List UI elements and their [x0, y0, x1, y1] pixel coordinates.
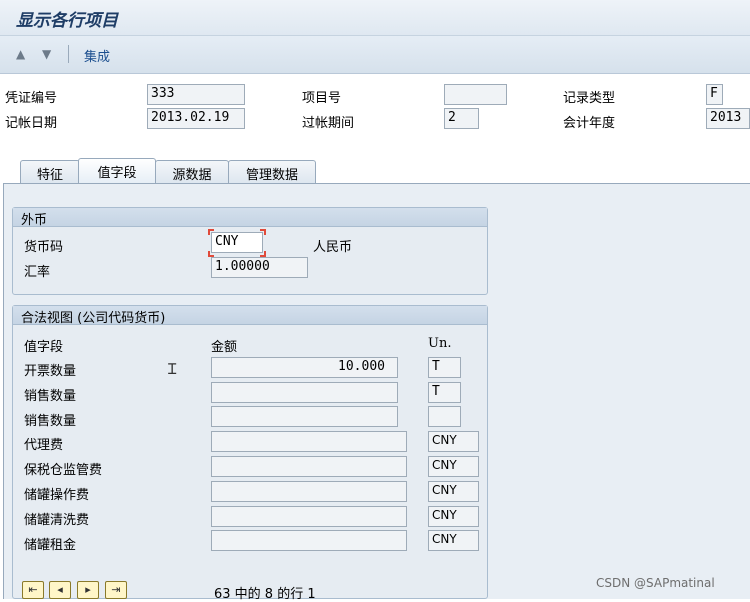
selection-corner [208, 229, 214, 235]
amount-field[interactable] [211, 481, 407, 502]
unit-field[interactable]: T [428, 357, 461, 378]
value-field-label: 销售数量 [24, 389, 77, 404]
posting-period-field[interactable]: 2 [444, 108, 479, 129]
amount-field[interactable] [211, 382, 398, 403]
currency-label: 货币码 [24, 240, 64, 255]
tab-value-fields[interactable]: 值字段 [78, 158, 156, 184]
group-title: 外币 [13, 208, 487, 228]
value-field-label: 储罐清洗费 [24, 513, 90, 528]
unit-field[interactable]: CNY [428, 530, 479, 551]
voucher-number-label: 凭证编号 [5, 91, 58, 106]
unit-field[interactable]: CNY [428, 506, 479, 527]
fiscal-year-field[interactable]: 2013 [706, 108, 750, 129]
column-header-value-field: 值字段 [24, 340, 64, 355]
posting-date-label: 记帐日期 [5, 116, 58, 131]
window-title: 显示各行项目 [16, 11, 118, 31]
amount-field[interactable] [211, 506, 407, 527]
watermark: CSDN @SAPmatinal [596, 576, 715, 590]
group-title: 合法视图 (公司代码货币) [13, 306, 487, 326]
currency-name: 人民币 [313, 240, 353, 255]
page-info: 63 中的 8 的行 1 [214, 587, 316, 602]
tab-admin-data[interactable]: 管理数据 [228, 160, 316, 184]
item-number-field[interactable] [444, 84, 507, 105]
value-field-label: 销售数量 [24, 414, 77, 429]
value-field-label: 开票数量 [24, 364, 77, 379]
application-toolbar: ▲ ▼ 集成 [0, 36, 750, 74]
fiscal-year-label: 会计年度 [563, 116, 616, 131]
unit-field[interactable]: T [428, 382, 461, 403]
first-page-icon[interactable]: ⇤ [22, 581, 44, 599]
amount-field[interactable] [211, 406, 398, 427]
integration-button[interactable]: 集成 [84, 46, 110, 65]
value-field-label: 代理费 [24, 438, 64, 453]
arrow-up-icon[interactable]: ▲ [16, 47, 25, 61]
record-type-label: 记录类型 [563, 91, 616, 106]
value-field-label: 储罐操作费 [24, 488, 90, 503]
legal-view-group: 合法视图 (公司代码货币) [12, 305, 488, 599]
exchange-rate-label: 汇率 [24, 265, 51, 280]
record-type-field[interactable]: F [706, 84, 723, 105]
amount-field[interactable] [211, 431, 407, 452]
exchange-rate-field[interactable]: 1.00000 [211, 257, 308, 278]
arrow-down-icon[interactable]: ▼ [42, 47, 51, 61]
toolbar-separator [68, 45, 69, 63]
unit-field[interactable]: CNY [428, 456, 479, 477]
amount-field[interactable] [211, 530, 407, 551]
currency-field[interactable]: CNY [211, 232, 263, 253]
tab-strip: 特征 值字段 源数据 管理数据 [0, 158, 750, 184]
amount-field[interactable] [211, 456, 407, 477]
previous-page-icon[interactable]: ◂ [49, 581, 71, 599]
selection-corner [260, 229, 266, 235]
last-page-icon[interactable]: ⇥ [105, 581, 127, 599]
voucher-number-field[interactable]: 333 [147, 84, 245, 105]
tab-characteristics[interactable]: 特征 [20, 160, 80, 184]
unit-field[interactable]: CNY [428, 431, 479, 452]
tab-source-data[interactable]: 源数据 [155, 160, 229, 184]
posting-period-label: 过帐期间 [302, 116, 355, 131]
amount-field[interactable]: 10.000 [211, 357, 398, 378]
value-field-label: 保税仓监管费 [24, 463, 103, 478]
value-field-label: 储罐租金 [24, 538, 77, 553]
posting-date-field[interactable]: 2013.02.19 [147, 108, 245, 129]
column-header-unit: Un. [428, 336, 452, 351]
column-header-amount: 金额 [211, 340, 238, 355]
unit-field[interactable]: CNY [428, 481, 479, 502]
text-cursor-icon: Ɪ [168, 360, 177, 378]
item-number-label: 项目号 [302, 91, 342, 106]
title-bar: 显示各行项目 [0, 0, 750, 36]
next-page-icon[interactable]: ▸ [77, 581, 99, 599]
unit-field[interactable] [428, 406, 461, 427]
